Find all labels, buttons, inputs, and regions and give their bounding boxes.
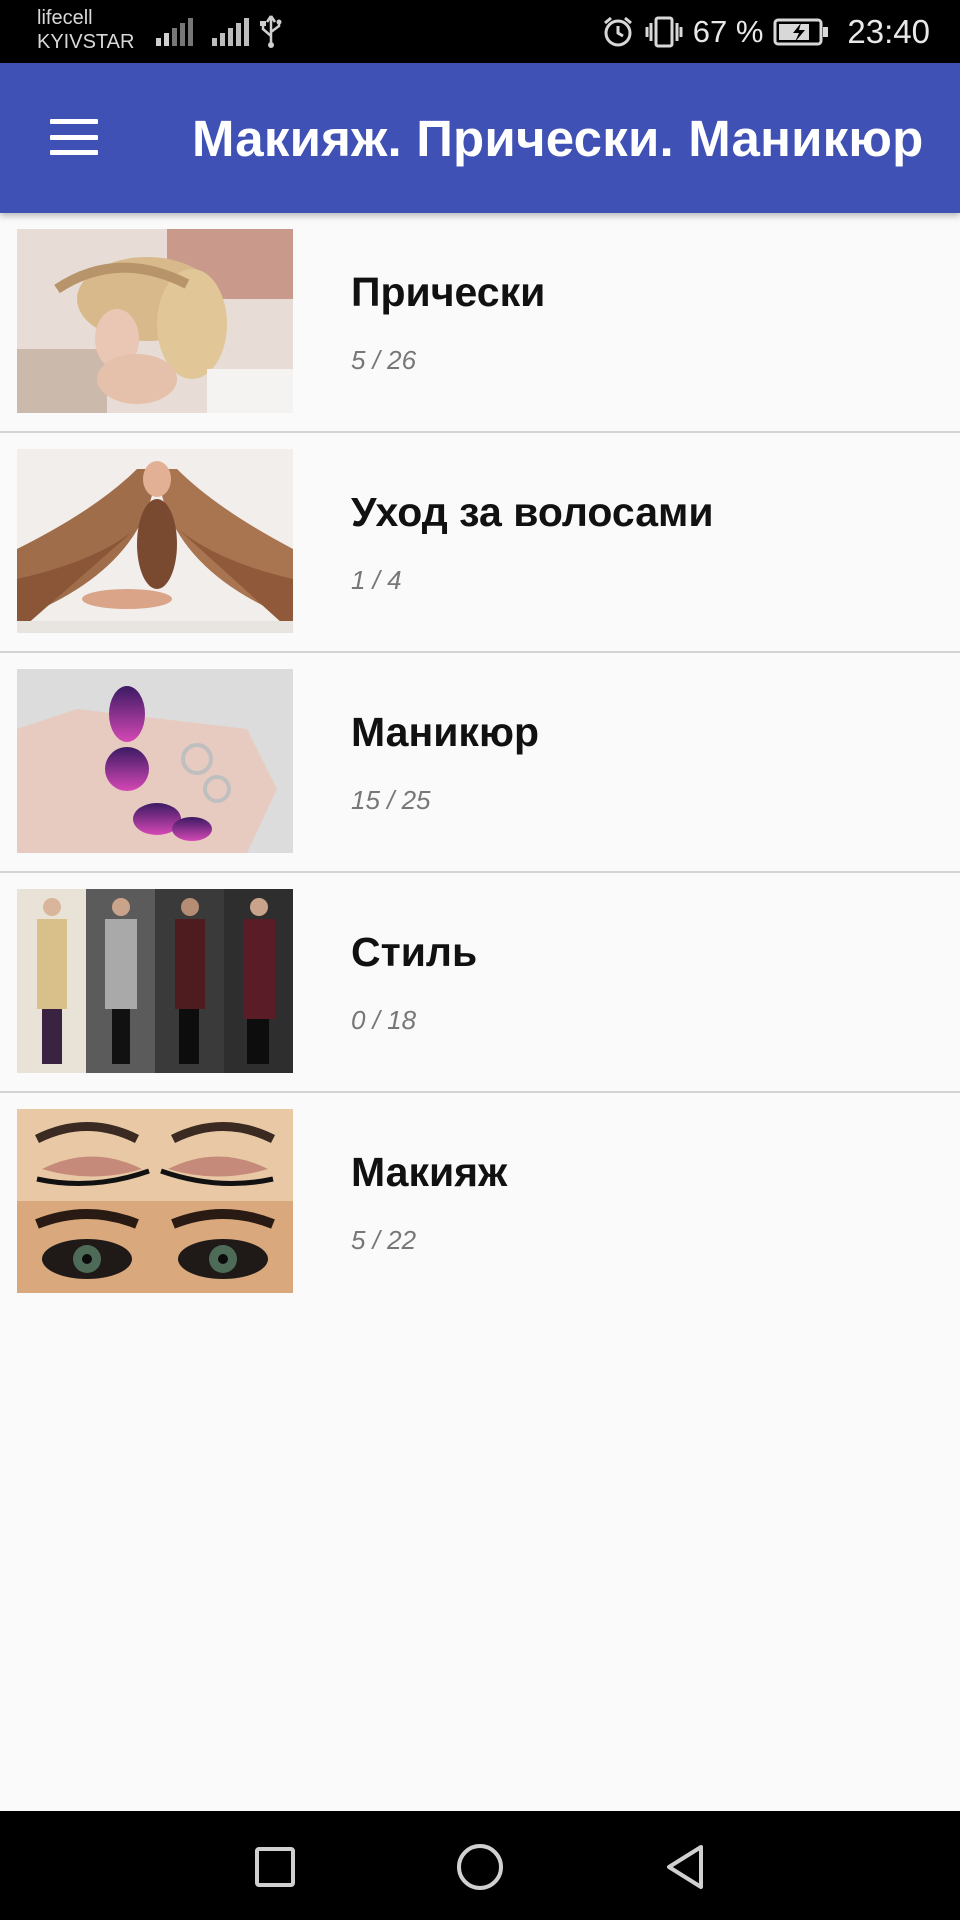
item-title: Макияж (351, 1149, 508, 1195)
item-count: 5 / 26 (351, 345, 417, 375)
recent-apps-icon[interactable] (245, 1837, 305, 1897)
hair-care-photo (17, 449, 293, 633)
carrier-info: lifecell KYIVSTAR (37, 6, 134, 54)
app-screen: lifecell KYIVSTAR 67 % 23:40 Макияж. При… (0, 0, 960, 1920)
vibrate-icon (645, 16, 683, 48)
item-count: 5 / 22 (351, 1225, 417, 1255)
makeup-photo (17, 1109, 293, 1293)
category-list: Прически 5 / 26 Уход за волосами 1 / 4 М… (0, 213, 960, 1313)
alarm-icon (603, 16, 632, 47)
battery-percent: 67 % (692, 14, 764, 49)
item-count: 1 / 4 (351, 565, 402, 595)
home-icon[interactable] (450, 1837, 510, 1897)
carrier-1: lifecell (37, 7, 93, 29)
style-photo (17, 889, 293, 1073)
signal-icon (212, 16, 249, 46)
back-icon[interactable] (655, 1837, 715, 1897)
clock: 23:40 (847, 13, 930, 50)
list-item[interactable]: Прически 5 / 26 (0, 213, 960, 433)
hamburger-menu-icon[interactable] (42, 111, 106, 163)
item-count: 15 / 25 (351, 785, 431, 815)
list-item[interactable]: Стиль 0 / 18 (0, 873, 960, 1093)
manicure-photo (17, 669, 293, 853)
item-count: 0 / 18 (351, 1005, 417, 1035)
item-title: Маникюр (351, 709, 540, 755)
item-title: Стиль (351, 929, 478, 975)
status-icons: 67 % 23:40 (601, 10, 930, 54)
app-title: Макияж. Прически. Маникюр (192, 110, 924, 167)
item-title: Прически (351, 269, 546, 315)
battery-charging-icon (773, 18, 829, 46)
hairstyle-photo (17, 229, 293, 413)
navigation-bar (0, 1811, 960, 1920)
list-item[interactable]: Макияж 5 / 22 (0, 1093, 960, 1313)
app-bar: Макияж. Прически. Маникюр (0, 63, 960, 213)
signal-icon (156, 16, 193, 46)
list-item[interactable]: Маникюр 15 / 25 (0, 653, 960, 873)
list-item[interactable]: Уход за волосами 1 / 4 (0, 433, 960, 653)
usb-icon (260, 15, 282, 48)
item-title: Уход за волосами (351, 489, 714, 535)
carrier-2: KYIVSTAR (37, 31, 135, 53)
status-bar: lifecell KYIVSTAR 67 % 23:40 (0, 0, 960, 63)
